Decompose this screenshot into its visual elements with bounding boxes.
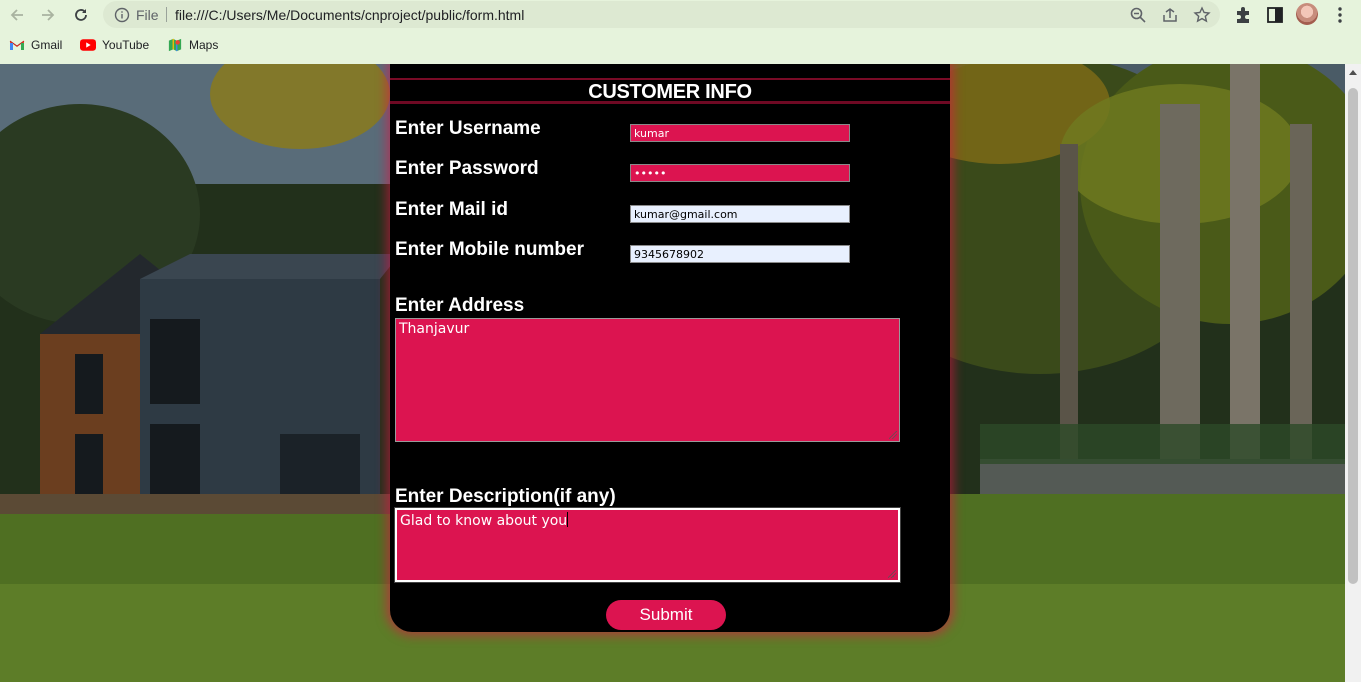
bookmark-youtube[interactable]: YouTube <box>80 38 149 52</box>
url-text[interactable]: file:///C:/Users/Me/Documents/cnproject/… <box>175 7 524 23</box>
zoom-icon[interactable] <box>1129 6 1147 24</box>
username-label: Enter Username <box>395 118 541 139</box>
bookmark-maps[interactable]: Maps <box>167 38 218 52</box>
resize-handle-icon[interactable] <box>888 570 896 578</box>
gmail-icon <box>9 40 25 50</box>
password-input[interactable]: ••••• <box>630 164 850 182</box>
password-label: Enter Password <box>395 158 539 179</box>
mail-label: Enter Mail id <box>395 199 508 220</box>
profile-avatar[interactable] <box>1296 3 1318 25</box>
address-label: Enter Address <box>395 295 525 316</box>
description-textarea[interactable]: Glad to know about you <box>394 507 901 583</box>
page-viewport: CUSTOMER INFO Enter Username kumar Enter… <box>0 64 1345 682</box>
bookmarks-bar: Gmail YouTube Maps <box>0 35 1361 57</box>
description-label: Enter Description(if any) <box>395 486 616 507</box>
submit-button[interactable]: Submit <box>606 600 726 630</box>
form-title: CUSTOMER INFO <box>390 78 950 104</box>
bookmark-label: Gmail <box>31 38 63 52</box>
bookmark-star-icon[interactable] <box>1193 6 1211 24</box>
mail-input[interactable]: kumar@gmail.com <box>630 205 850 223</box>
side-panel-icon[interactable] <box>1265 5 1285 25</box>
back-button[interactable] <box>5 4 29 26</box>
browser-toolbar: File file:///C:/Users/Me/Documents/cnpro… <box>0 0 1361 29</box>
forward-button[interactable] <box>36 4 60 26</box>
menu-kebab-icon[interactable] <box>1330 5 1350 25</box>
scroll-up-arrow-icon[interactable] <box>1349 70 1357 75</box>
description-text: Glad to know about you <box>400 513 568 529</box>
customer-info-form: CUSTOMER INFO Enter Username kumar Enter… <box>390 64 950 632</box>
address-bar[interactable]: File file:///C:/Users/Me/Documents/cnpro… <box>103 1 1220 28</box>
url-scheme-label: File <box>136 7 159 23</box>
reload-icon <box>75 9 87 21</box>
bookmark-gmail[interactable]: Gmail <box>9 38 62 52</box>
username-input[interactable]: kumar <box>630 124 850 142</box>
reload-button[interactable] <box>69 4 93 26</box>
scroll-thumb[interactable] <box>1348 88 1358 584</box>
bookmark-label: Maps <box>189 38 219 52</box>
address-separator <box>166 7 167 22</box>
vertical-scrollbar[interactable] <box>1345 64 1361 682</box>
bookmark-label: YouTube <box>102 38 150 52</box>
resize-handle-icon[interactable] <box>889 431 897 439</box>
mobile-input[interactable]: 9345678902 <box>630 245 850 263</box>
browser-chrome: File file:///C:/Users/Me/Documents/cnpro… <box>0 0 1361 64</box>
maps-icon <box>168 38 182 52</box>
forward-arrow-icon <box>42 9 55 21</box>
text-caret <box>567 512 569 527</box>
youtube-icon <box>80 39 96 51</box>
back-arrow-icon <box>10 9 23 21</box>
info-icon[interactable] <box>114 7 130 23</box>
extensions-puzzle-icon[interactable] <box>1233 5 1253 25</box>
address-text: Thanjavur <box>399 321 470 337</box>
share-icon[interactable] <box>1161 6 1179 24</box>
address-textarea[interactable]: Thanjavur <box>395 318 900 442</box>
mobile-label: Enter Mobile number <box>395 239 584 260</box>
